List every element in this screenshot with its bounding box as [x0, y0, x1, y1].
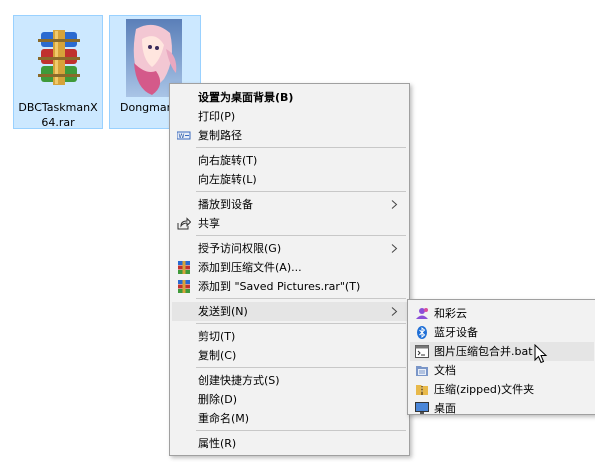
menu-item-label: 添加到压缩文件(A)... [198, 261, 302, 274]
chevron-right-icon [391, 200, 398, 209]
menu-separator [196, 235, 406, 236]
bluetooth-icon [417, 326, 427, 339]
desktop-item-dbctaskman[interactable]: DBCTaskmanX64.rar [13, 15, 103, 129]
copy-path-icon: W [177, 131, 191, 140]
documents-icon [416, 366, 428, 376]
menu-item-properties[interactable]: 属性(R) [172, 434, 407, 453]
mouse-cursor-icon [534, 344, 548, 364]
menu-item-grant-access[interactable]: 授予访问权限(G) [172, 239, 407, 258]
chevron-right-icon [391, 307, 398, 316]
menu-item-label: 授予访问权限(G) [198, 242, 282, 255]
context-menu: 设置为桌面背景(B) 打印(P) W 复制路径 向右旋转(T) 向左旋转(L) … [169, 83, 410, 456]
winrar-icon [178, 280, 190, 293]
menu-item-share[interactable]: 共享 [172, 214, 407, 233]
menu-item-label: 设置为桌面背景(B) [198, 91, 294, 104]
menu-item-label: 复制路径 [198, 129, 242, 142]
share-icon [177, 217, 191, 230]
menu-item-create-shortcut[interactable]: 创建快捷方式(S) [172, 371, 407, 390]
menu-item-delete[interactable]: 删除(D) [172, 390, 407, 409]
submenu-item-label: 和彩云 [434, 307, 467, 320]
menu-item-label: 共享 [198, 217, 220, 230]
desktop-item-label: DBCTaskmanX64.rar [18, 101, 98, 129]
menu-item-send-to[interactable]: 发送到(N) [172, 302, 407, 321]
batch-file-icon [415, 345, 429, 358]
zip-folder-icon [416, 385, 428, 395]
menu-item-print[interactable]: 打印(P) [172, 107, 407, 126]
menu-item-copy-path[interactable]: W 复制路径 [172, 126, 407, 145]
menu-item-label: 向右旋转(T) [198, 154, 258, 167]
submenu-item-documents[interactable]: 文档 [410, 361, 594, 380]
submenu-item-label: 桌面 [434, 402, 456, 415]
submenu-item-zip-folder[interactable]: 压缩(zipped)文件夹 [410, 380, 594, 399]
menu-item-label: 剪切(T) [198, 330, 236, 343]
submenu-item-desktop[interactable]: 桌面 [410, 399, 594, 415]
menu-item-add-to-archive[interactable]: 添加到压缩文件(A)... [172, 258, 407, 277]
menu-item-label: 删除(D) [198, 393, 238, 406]
menu-item-label: 发送到(N) [198, 305, 248, 318]
desktop-icon [415, 402, 429, 414]
submenu-item-label: 文档 [434, 364, 456, 377]
send-to-submenu: 和彩云 蓝牙设备 图片压缩包合并.bat 文档 压缩(zipped)文件夹 桌面 [407, 299, 595, 415]
svg-text:W: W [179, 133, 185, 140]
winrar-icon [178, 261, 190, 274]
submenu-item-bluetooth[interactable]: 蓝牙设备 [410, 323, 594, 342]
hecaiyun-icon [416, 308, 428, 319]
menu-item-label: 属性(R) [198, 437, 237, 450]
menu-item-label: 复制(C) [198, 349, 237, 362]
submenu-item-merge-bat[interactable]: 图片压缩包合并.bat [410, 342, 594, 361]
submenu-item-label: 蓝牙设备 [434, 326, 478, 339]
submenu-item-label: 图片压缩包合并.bat [434, 345, 533, 358]
menu-separator [196, 430, 406, 431]
menu-item-cut[interactable]: 剪切(T) [172, 327, 407, 346]
menu-item-label: 打印(P) [198, 110, 236, 123]
menu-item-rename[interactable]: 重命名(M) [172, 409, 407, 428]
menu-item-label: 创建快捷方式(S) [198, 374, 280, 387]
winrar-archive-icon [38, 30, 80, 85]
menu-separator [196, 191, 406, 192]
menu-separator [196, 323, 406, 324]
menu-item-set-as-background[interactable]: 设置为桌面背景(B) [172, 88, 407, 107]
menu-item-label: 播放到设备 [198, 198, 253, 211]
menu-item-rotate-left[interactable]: 向左旋转(L) [172, 170, 407, 189]
menu-separator [196, 147, 406, 148]
menu-item-rotate-right[interactable]: 向右旋转(T) [172, 151, 407, 170]
submenu-item-hecaiyun[interactable]: 和彩云 [410, 304, 594, 323]
menu-separator [196, 298, 406, 299]
menu-item-copy[interactable]: 复制(C) [172, 346, 407, 365]
submenu-item-label: 压缩(zipped)文件夹 [434, 383, 535, 396]
menu-item-label: 重命名(M) [198, 412, 250, 425]
menu-item-label: 向左旋转(L) [198, 173, 257, 186]
menu-item-add-to-named-rar[interactable]: 添加到 "Saved Pictures.rar"(T) [172, 277, 407, 296]
menu-separator [196, 367, 406, 368]
menu-item-cast-to-device[interactable]: 播放到设备 [172, 195, 407, 214]
menu-item-label: 添加到 "Saved Pictures.rar"(T) [198, 280, 361, 293]
chevron-right-icon [391, 244, 398, 253]
